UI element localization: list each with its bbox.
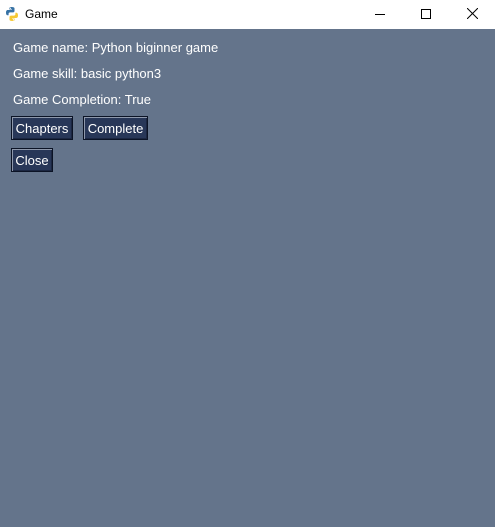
close-button[interactable]: Close	[11, 148, 53, 172]
close-window-button[interactable]	[449, 0, 495, 29]
maximize-button[interactable]	[403, 0, 449, 29]
minimize-button[interactable]	[357, 0, 403, 29]
close-icon	[466, 6, 478, 24]
game-completion-label: Game Completion: True	[13, 92, 152, 107]
python-icon	[4, 6, 20, 22]
window-title: Game	[25, 7, 58, 21]
maximize-icon	[421, 6, 431, 24]
chapters-button[interactable]: Chapters	[11, 116, 73, 140]
game-skill-label: Game skill: basic python3	[13, 66, 162, 81]
main-content: Game name: Python biginner game Game ski…	[0, 29, 495, 527]
complete-button[interactable]: Complete	[83, 116, 148, 140]
title-bar[interactable]: Game	[0, 0, 495, 29]
minimize-icon	[375, 6, 385, 24]
game-name-label: Game name: Python biginner game	[13, 40, 219, 55]
game-window: Game Game name: Python biginner game Gam…	[0, 0, 495, 527]
